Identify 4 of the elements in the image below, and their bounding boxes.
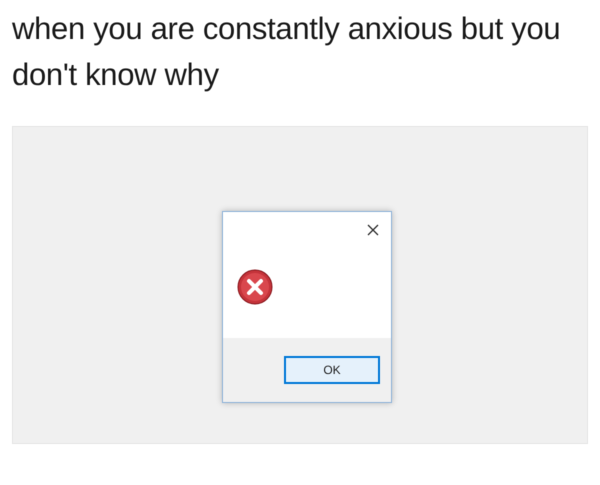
ok-button[interactable]: OK [284,356,380,384]
error-icon [237,269,273,305]
close-icon[interactable] [367,224,379,236]
caption-text: when you are constantly anxious but you don't know why [12,10,562,94]
